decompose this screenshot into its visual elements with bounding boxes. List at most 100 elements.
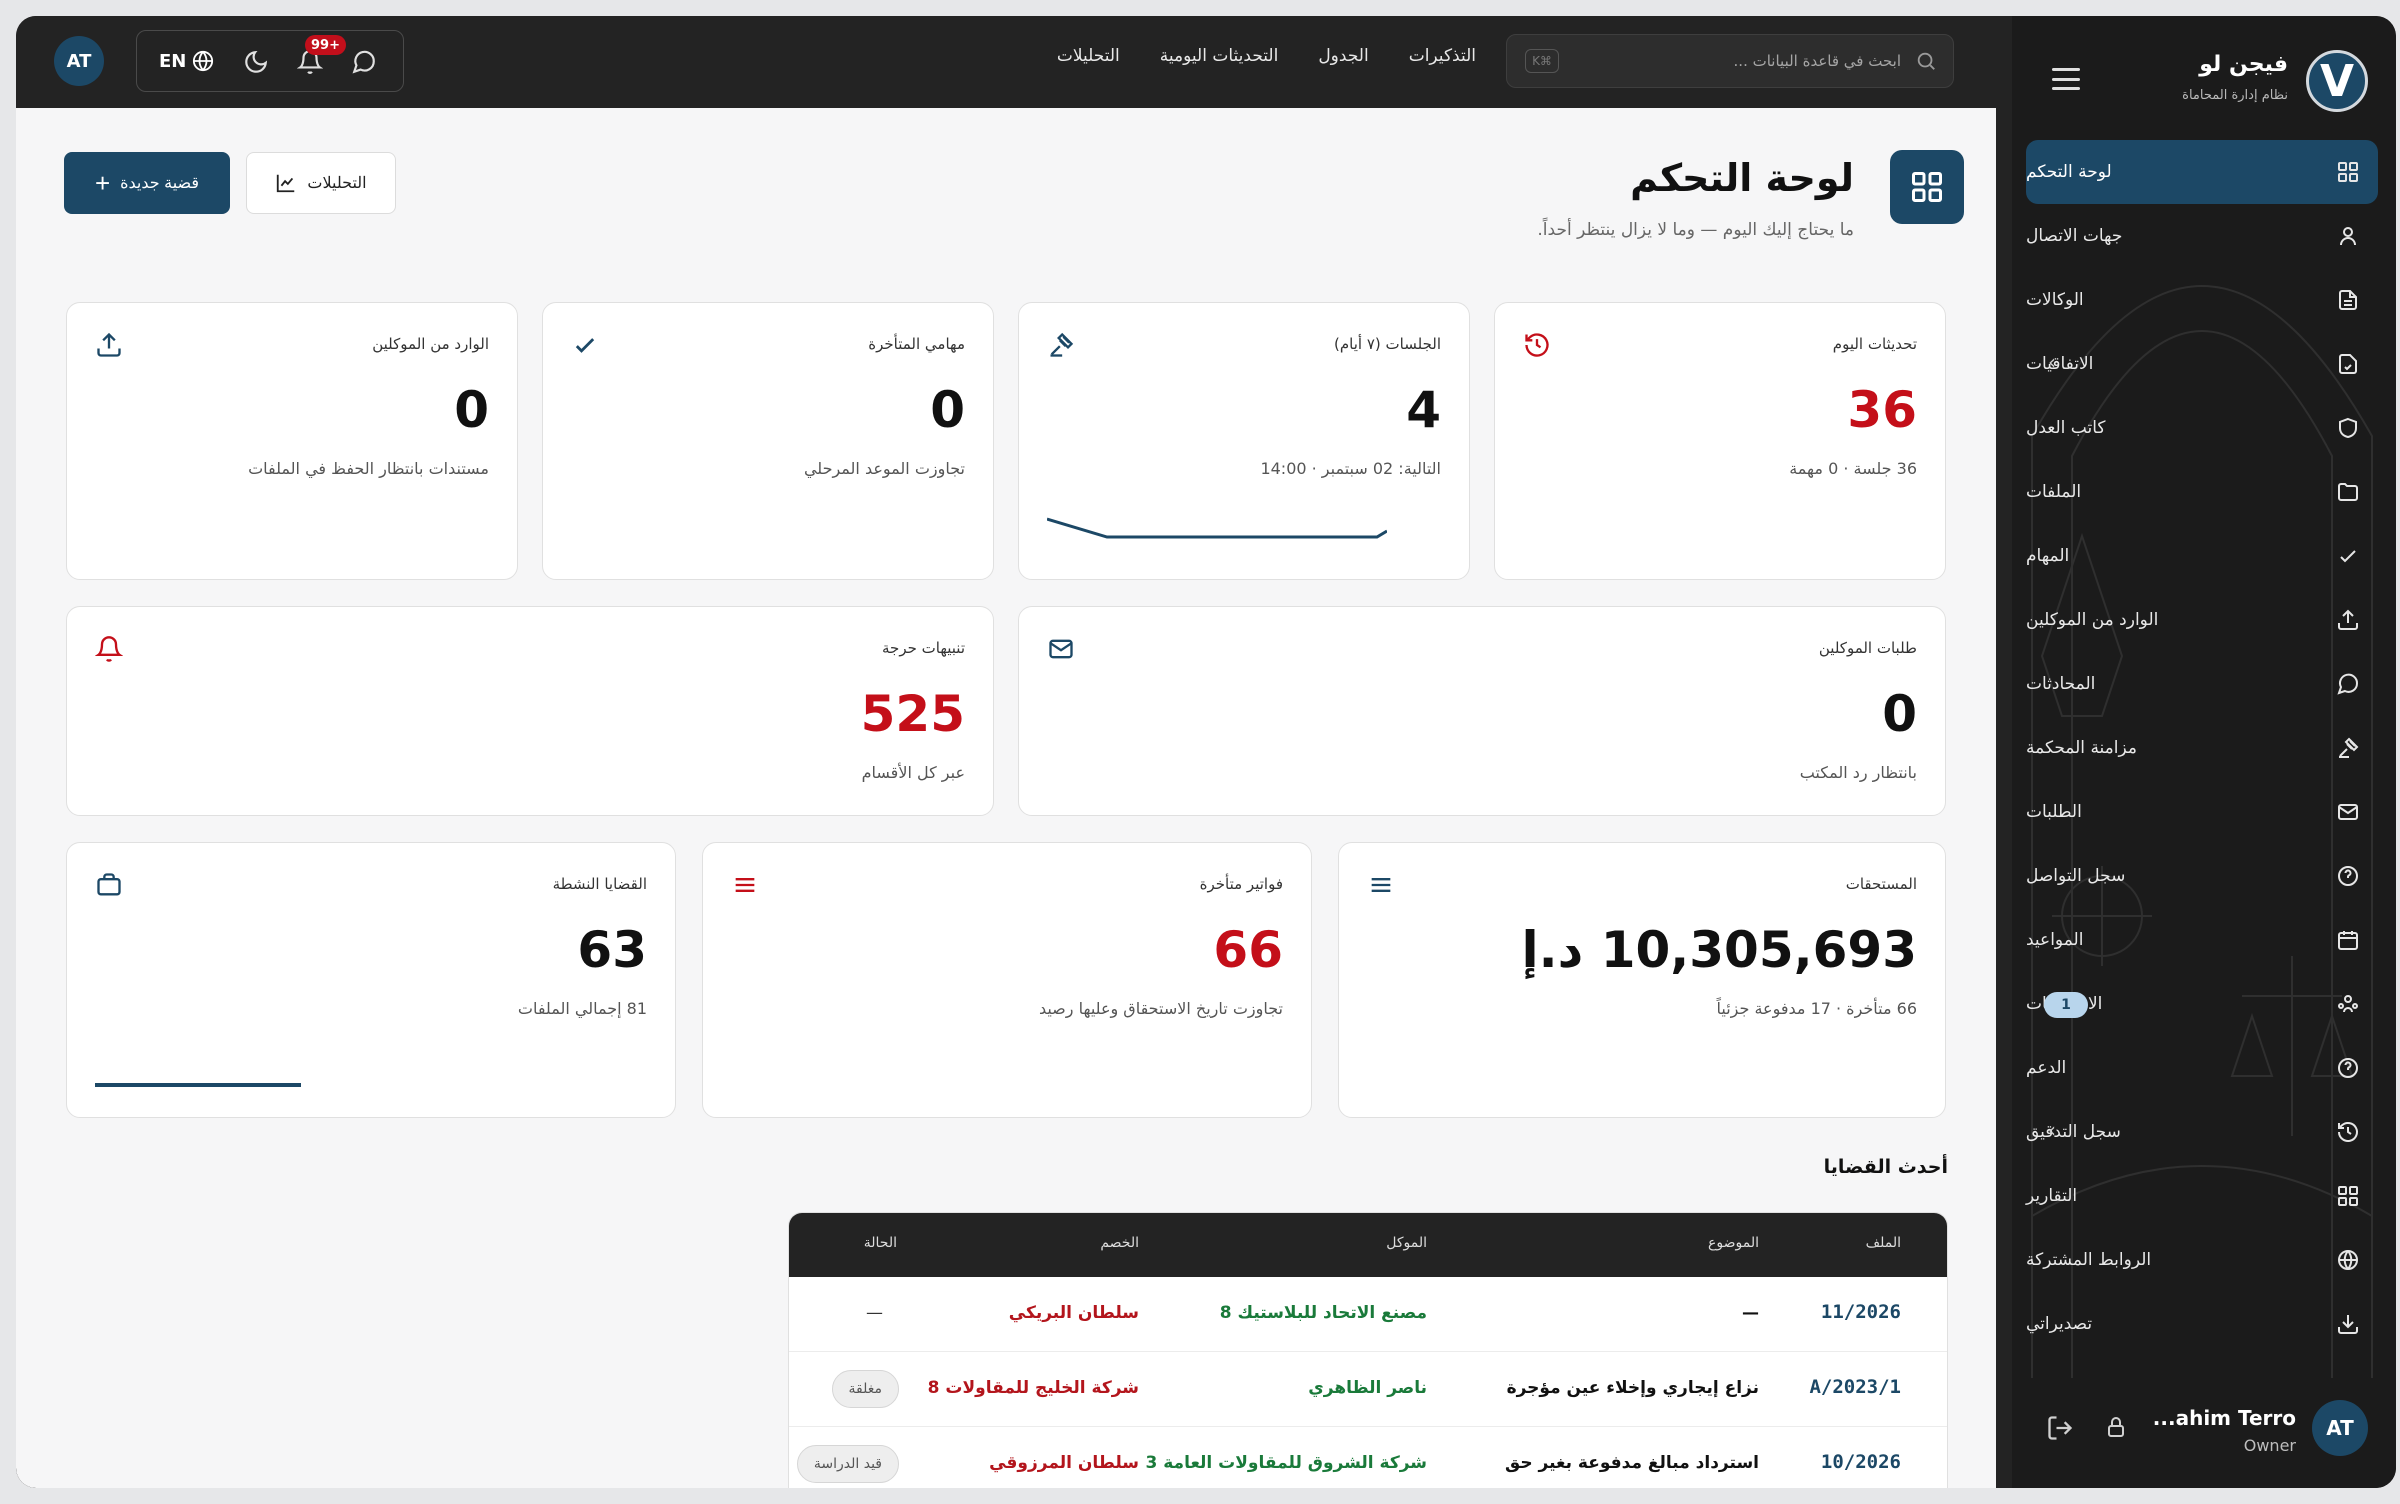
new-case-label: قضية جديدة — [120, 175, 200, 192]
sidebar-item-label: الاتفاقيات — [2026, 354, 2094, 374]
chat-icon — [2337, 673, 2359, 695]
card-today-updates[interactable]: تحديثات اليوم 36 36 جلسة · 0 مهمة — [1494, 302, 1946, 580]
sidebar-item[interactable]: الروابط المشتركة — [2026, 1228, 2378, 1292]
language-label: EN — [159, 50, 187, 72]
top-link-reminders[interactable]: التذكيرات — [1409, 46, 1476, 66]
new-case-button[interactable]: + قضية جديدة — [64, 152, 230, 214]
search-input[interactable] — [1571, 35, 1901, 87]
column-status[interactable]: الحالة — [864, 1235, 897, 1251]
card-active-cases[interactable]: القضايا النشطة 63 81 إجمالي الملفات — [66, 842, 676, 1118]
sidebar-item[interactable]: المهام — [2026, 524, 2378, 588]
bell-icon — [95, 636, 123, 662]
column-client[interactable]: الموكل — [1386, 1235, 1427, 1251]
sidebar-nav: لوحة التحكم جهات الاتصال الوكالات الاتفاقيا… — [2026, 140, 2378, 1420]
sidebar-item[interactable]: الملفات — [2026, 460, 2378, 524]
card-critical-alerts[interactable]: تنبيهات حرجة 525 عبر كل الأقسام — [66, 606, 994, 816]
sidebar-item[interactable]: الدعم — [2026, 1036, 2378, 1100]
analytics-button[interactable]: التحليلات — [246, 152, 396, 214]
recent-cases-title: أحدث القضايا — [1823, 1156, 1948, 1178]
sidebar-item[interactable]: لوحة التحكم — [2026, 140, 2378, 204]
chevron-left-icon[interactable]: ‹ — [2048, 1118, 2056, 1142]
user-role: Owner — [2243, 1436, 2296, 1455]
card-value: 0 — [454, 381, 489, 439]
column-file[interactable]: الملف — [1866, 1235, 1901, 1251]
gavel-icon — [2339, 737, 2359, 758]
history-icon — [1525, 333, 1549, 357]
language-switch[interactable]: EN — [159, 50, 214, 72]
menu-toggle-icon[interactable] — [2052, 68, 2080, 90]
search-shortcut: K⌘ — [1525, 49, 1559, 73]
card-value: 525 — [860, 685, 965, 743]
chart-line-icon — [277, 174, 295, 193]
column-subject[interactable]: الموضوع — [1708, 1235, 1759, 1251]
sidebar-item-label: سجل التواصل — [2026, 866, 2126, 886]
sidebar-item-label: مزامنة المحكمة — [2026, 738, 2137, 758]
sidebar-item[interactable]: الاتفاقيات — [2026, 332, 2378, 396]
top-link-daily-updates[interactable]: التحديثات اليومية — [1160, 46, 1279, 66]
lock-icon[interactable] — [2104, 1414, 2128, 1440]
cell-status: — — [866, 1303, 883, 1323]
check-icon — [2340, 550, 2356, 563]
sidebar-item[interactable]: التقارير — [2026, 1164, 2378, 1228]
sidebar-item-label: الروابط المشتركة — [2026, 1250, 2152, 1270]
card-client-requests[interactable]: طلبات الموكلين 0 بانتظار رد المكتب — [1018, 606, 1946, 816]
card-receivables[interactable]: المستحقات 10,305,693 د.إ 66 متأخرة · 17 … — [1338, 842, 1946, 1118]
logout-icon[interactable] — [2046, 1414, 2074, 1442]
cell-opponent: شركة الخليج للمقاولات 8 — [927, 1378, 1139, 1398]
chevron-left-icon[interactable]: ‹ — [2048, 350, 2056, 374]
sidebar-item[interactable]: كاتب العدل — [2026, 396, 2378, 460]
globe-icon — [193, 50, 214, 72]
sidebar-header: فيجن لو نظام إدارة المحاماة V — [2012, 16, 2396, 136]
avatar[interactable]: AT — [2312, 1400, 2368, 1456]
table-row[interactable]: A/2023/1 نزاع إيجاري وإخلاء عين مؤجرة نا… — [789, 1352, 1947, 1427]
card-overdue-tasks[interactable]: مهامي المتأخرة 0 تجاوزت الموعد المرحلي — [542, 302, 994, 580]
cell-subject: استرداد مبالغ مدفوعة بغير حق — [1505, 1453, 1759, 1473]
sidebar-item-label: جهات الاتصال — [2026, 226, 2123, 246]
table-row[interactable]: 11/2026 — مصنع الاتحاد للبلاستيك 8 سلطان… — [789, 1277, 1947, 1352]
sidebar-item[interactable]: جهات الاتصال — [2026, 204, 2378, 268]
status-badge: قيد الدراسة — [796, 1445, 899, 1483]
help-circle-icon — [2338, 1058, 2358, 1078]
sidebar-item-label: المواعيد — [2026, 930, 2084, 950]
user-avatar[interactable]: AT — [54, 36, 104, 86]
sidebar: فيجن لو نظام إدارة المحاماة V لوحة التحك… — [2012, 16, 2396, 1488]
brand-subtitle: نظام إدارة المحاماة — [2182, 88, 2288, 103]
sidebar-item[interactable]: مزامنة المحكمة — [2026, 716, 2378, 780]
top-nav-links: التذكيرات الجدول التحديثات اليومية التحل… — [1057, 46, 1476, 66]
card-value: 66 — [1213, 921, 1283, 979]
mail-icon — [2338, 804, 2358, 820]
cell-file: 11/2026 — [1820, 1301, 1901, 1323]
sidebar-item[interactable]: سجل التواصل — [2026, 844, 2378, 908]
card-label: الوارد من الموكلين — [372, 335, 489, 353]
sidebar-item[interactable]: المواعيد — [2026, 908, 2378, 972]
top-link-analytics[interactable]: التحليلات — [1057, 46, 1120, 66]
sidebar-item[interactable]: الطلبات — [2026, 780, 2378, 844]
moon-icon[interactable] — [243, 49, 269, 75]
sidebar-item[interactable]: تصديراتي — [2026, 1292, 2378, 1356]
active-cases-progress-fill — [95, 1083, 302, 1087]
cell-file: 10/2026 — [1820, 1451, 1901, 1473]
card-overdue-invoices[interactable]: فواتير متأخرة 66 تجاوزت تاريخ الاستحقاق … — [702, 842, 1312, 1118]
sidebar-item[interactable]: الوكالات — [2026, 268, 2378, 332]
card-subtext: تجاوزت تاريخ الاستحقاق وعليها رصيد — [1038, 999, 1283, 1018]
sidebar-item-label: لوحة التحكم — [2026, 162, 2112, 182]
table-row[interactable]: 10/2026 استرداد مبالغ مدفوعة بغير حق شرك… — [789, 1427, 1947, 1488]
brand-name: فيجن لو — [2199, 52, 2288, 77]
sidebar-item[interactable]: الوارد من الموكلين — [2026, 588, 2378, 652]
toolbar-group: EN 99+ — [136, 30, 404, 92]
brand-logo[interactable]: V — [2306, 50, 2368, 112]
upload-icon — [2338, 609, 2358, 630]
dashboard-icon — [1890, 150, 1964, 224]
card-sessions[interactable]: الجلسات (٧ أيام) 4 التالية: 02 سبتمبر · … — [1018, 302, 1470, 580]
sidebar-item[interactable]: سجل التدقيق — [2026, 1100, 2378, 1164]
top-link-schedule[interactable]: الجدول — [1318, 46, 1368, 66]
card-subtext: مستندات بانتظار الحفظ في الملفات — [248, 459, 489, 478]
card-client-inbound[interactable]: الوارد من الموكلين 0 مستندات بانتظار الح… — [66, 302, 518, 580]
chat-icon[interactable] — [351, 49, 377, 75]
history-icon — [2338, 1122, 2358, 1142]
cell-file: A/2023/1 — [1809, 1376, 1901, 1398]
sidebar-item[interactable]: الاجتماعات1 — [2026, 972, 2378, 1036]
page-subtitle: ما يحتاج إليك اليوم — وما لا يزال ينتظر … — [1537, 220, 1854, 240]
column-opponent[interactable]: الخصم — [1100, 1235, 1139, 1251]
sidebar-item[interactable]: المحادثات — [2026, 652, 2378, 716]
